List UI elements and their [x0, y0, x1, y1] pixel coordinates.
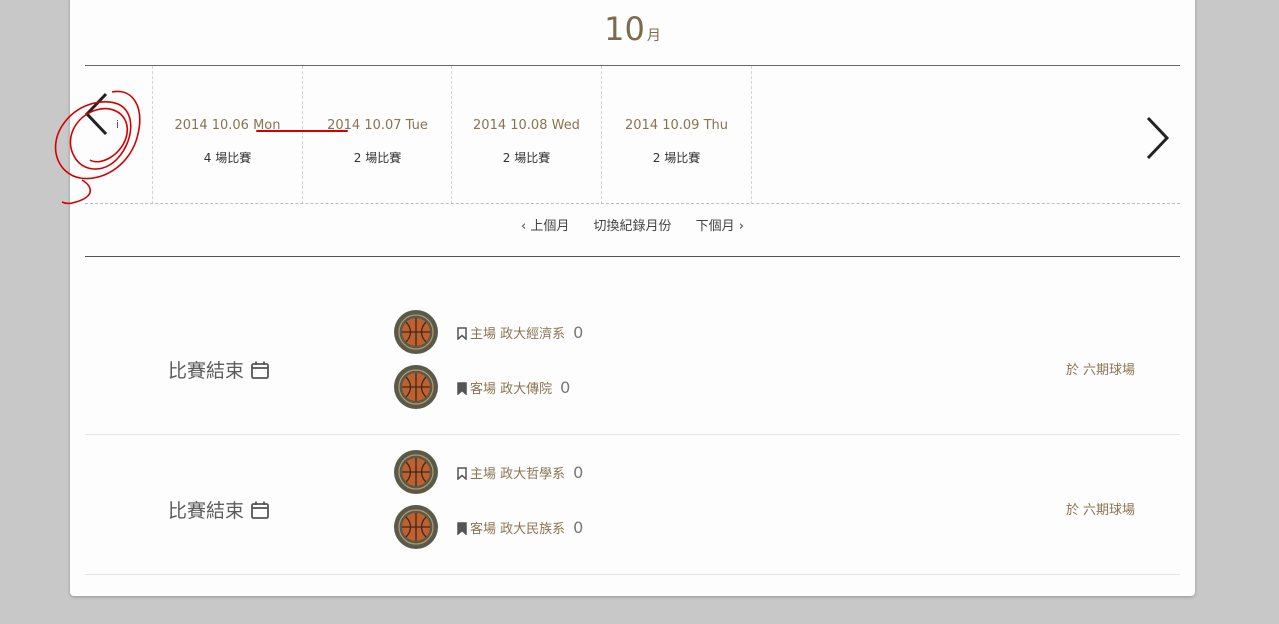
venue-name[interactable]: 六期球場 — [1083, 503, 1135, 518]
team-score: 0 — [560, 378, 571, 397]
switch-month-link[interactable]: 切換紀錄月份 — [593, 219, 671, 234]
team-label: 主場 政大哲學系 0 — [457, 463, 583, 482]
next-month-link[interactable]: 下個月 › — [696, 219, 744, 234]
bookmark-outline-icon — [457, 327, 467, 340]
game-count: 2 場比賽 — [652, 151, 701, 165]
team-score: 0 — [573, 323, 584, 342]
venue-name[interactable]: 六期球場 — [1083, 363, 1135, 378]
team-label: 客場 政大傳院 0 — [457, 378, 570, 397]
home-tag: 主場 — [470, 467, 497, 482]
game-row: 比賽結束 主場 政大經濟系 0 客場 政大傳院 0 於 六期球場 — [85, 295, 1180, 435]
team-label: 客場 政大民族系 0 — [457, 518, 583, 537]
active-date-underline — [256, 130, 348, 132]
chevron-right-icon[interactable] — [1144, 114, 1172, 162]
game-count: 4 場比賽 — [203, 151, 252, 165]
team-label: 主場 政大經濟系 0 — [457, 323, 583, 342]
team-name[interactable]: 政大民族系 — [500, 522, 565, 537]
game-row: 比賽結束 主場 政大哲學系 0 客場 政大民族系 0 於 六期球場 — [85, 435, 1180, 575]
venue-prefix: 於 — [1066, 363, 1080, 378]
calendar-icon[interactable] — [250, 360, 270, 380]
date-cell-2014-10-06[interactable]: 2014 10.06 Mon 4 場比賽 — [152, 66, 302, 204]
month-number: 10 — [604, 10, 645, 48]
divider — [85, 256, 1180, 257]
team-name[interactable]: 政大經濟系 — [500, 327, 565, 342]
date-label: 2014 10.08 Wed — [473, 118, 580, 133]
strip-divider — [85, 203, 1180, 204]
basketball-icon — [394, 505, 438, 549]
date-cell-2014-10-09[interactable]: 2014 10.09 Thu 2 場比賽 — [601, 66, 752, 204]
away-tag: 客場 — [470, 522, 497, 537]
month-nav: ‹ 上個月 切換紀錄月份 下個月 › — [70, 215, 1195, 234]
team-score: 0 — [573, 518, 584, 537]
date-label: 2014 10.09 Thu — [625, 118, 728, 133]
row-divider — [85, 574, 1180, 575]
basketball-icon — [394, 365, 438, 409]
status-label: 比賽結束 — [168, 500, 245, 522]
bookmark-filled-icon — [457, 522, 467, 535]
game-count: 2 場比賽 — [502, 151, 551, 165]
venue: 於六期球場 — [1066, 359, 1135, 378]
schedule-card: 10 月 2014 10.06 Mon 4 場比賽 2014 10.07 Tue … — [54, 0, 1195, 596]
month-unit: 月 — [646, 28, 661, 44]
date-strip: 2014 10.06 Mon 4 場比賽 2014 10.07 Tue 2 場比… — [85, 66, 1180, 204]
month-title: 10 月 — [70, 10, 1195, 48]
game-status: 比賽結束 — [168, 356, 270, 383]
venue: 於六期球場 — [1066, 499, 1135, 518]
bookmark-outline-icon — [457, 467, 467, 480]
date-cell-2014-10-07[interactable]: 2014 10.07 Tue 2 場比賽 — [302, 66, 452, 204]
game-count: 2 場比賽 — [353, 151, 402, 165]
team-name[interactable]: 政大傳院 — [500, 382, 552, 397]
home-tag: 主場 — [470, 327, 497, 342]
game-status: 比賽結束 — [168, 496, 270, 523]
basketball-icon — [394, 450, 438, 494]
team-score: 0 — [573, 463, 584, 482]
status-label: 比賽結束 — [168, 360, 245, 382]
bookmark-filled-icon — [457, 382, 467, 395]
team-name[interactable]: 政大哲學系 — [500, 467, 565, 482]
calendar-icon[interactable] — [250, 500, 270, 520]
date-cell-2014-10-08[interactable]: 2014 10.08 Wed 2 場比賽 — [451, 66, 601, 204]
away-tag: 客場 — [470, 382, 497, 397]
basketball-icon — [394, 310, 438, 354]
annotation-scribble — [54, 90, 141, 205]
venue-prefix: 於 — [1066, 503, 1080, 518]
prev-month-link[interactable]: ‹ 上個月 — [521, 219, 569, 234]
